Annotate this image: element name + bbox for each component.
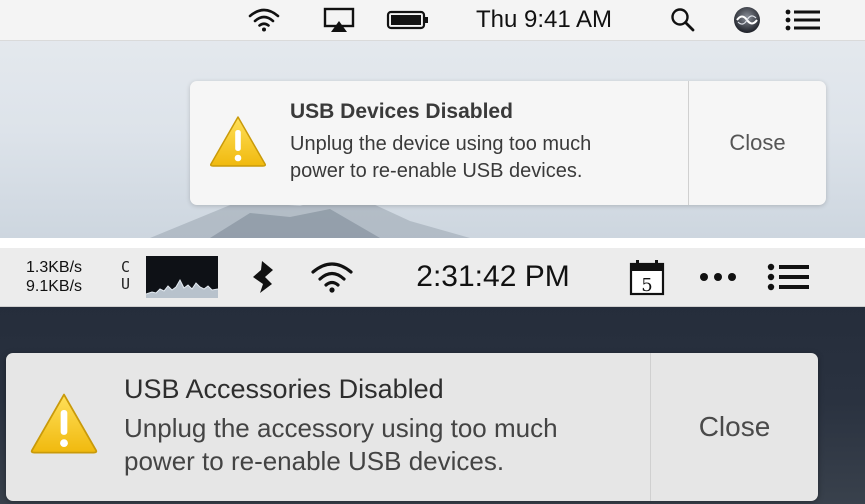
warning-icon <box>30 393 98 454</box>
notification-message-line: Unplug the accessory using too much <box>124 413 558 443</box>
notification-message: Unplug the device using too much power t… <box>290 131 591 185</box>
airplay-icon[interactable] <box>319 0 359 40</box>
cpu-label-top: C <box>121 258 131 276</box>
menu-bar-clock[interactable]: Thu 9:41 AM <box>462 0 626 40</box>
wifi-icon[interactable] <box>308 248 356 306</box>
upload-rate: 1.3KB/s <box>26 259 83 276</box>
wifi-icon[interactable] <box>246 0 282 40</box>
notification-message-line: power to re-enable USB devices. <box>124 446 505 476</box>
close-button[interactable]: Close <box>689 81 826 205</box>
notification-title: USB Devices Disabled <box>290 100 513 123</box>
notification-center-icon[interactable] <box>782 0 824 40</box>
notification-body[interactable]: USB Accessories Disabled Unplug the acce… <box>6 353 650 501</box>
more-icon[interactable] <box>696 248 740 306</box>
notification-center-icon[interactable] <box>764 248 814 306</box>
bottom-screenshot: 1.3KB/s 9.1KB/s C U 2:31:42 PM 5 USB Acc… <box>0 248 865 504</box>
cpu-label-bottom: U <box>121 275 131 293</box>
top-screenshot: Thu 9:41 AM USB Devices Disabled Unplug … <box>0 0 865 238</box>
warning-icon <box>210 116 266 167</box>
usb-devices-disabled-notification: USB Devices Disabled Unplug the device u… <box>190 81 826 205</box>
download-rate: 9.1KB/s <box>26 278 83 295</box>
network-rates[interactable]: 1.3KB/s 9.1KB/s <box>26 258 82 296</box>
cpu-graph-icon[interactable] <box>145 248 219 306</box>
battery-icon[interactable] <box>385 0 431 40</box>
calendar-day: 5 <box>641 275 652 296</box>
siri-icon[interactable] <box>730 0 764 40</box>
notification-message: Unplug the accessory using too much powe… <box>124 412 558 478</box>
cpu-label: C U <box>121 259 130 293</box>
menu-bar-clock[interactable]: 2:31:42 PM <box>398 248 588 306</box>
notification-message-line: Unplug the device using too much <box>290 133 592 155</box>
search-icon[interactable] <box>668 0 698 40</box>
menu-bar: Thu 9:41 AM <box>0 0 865 41</box>
notification-title: USB Accessories Disabled <box>124 374 444 404</box>
menu-bar: 1.3KB/s 9.1KB/s C U 2:31:42 PM 5 <box>0 248 865 307</box>
close-button[interactable]: Close <box>651 353 818 501</box>
app-logo-icon[interactable] <box>246 248 278 306</box>
notification-body[interactable]: USB Devices Disabled Unplug the device u… <box>190 81 688 205</box>
calendar-icon[interactable]: 5 <box>624 248 670 306</box>
usb-accessories-disabled-notification: USB Accessories Disabled Unplug the acce… <box>6 353 818 501</box>
notification-message-line: power to re-enable USB devices. <box>290 160 583 182</box>
